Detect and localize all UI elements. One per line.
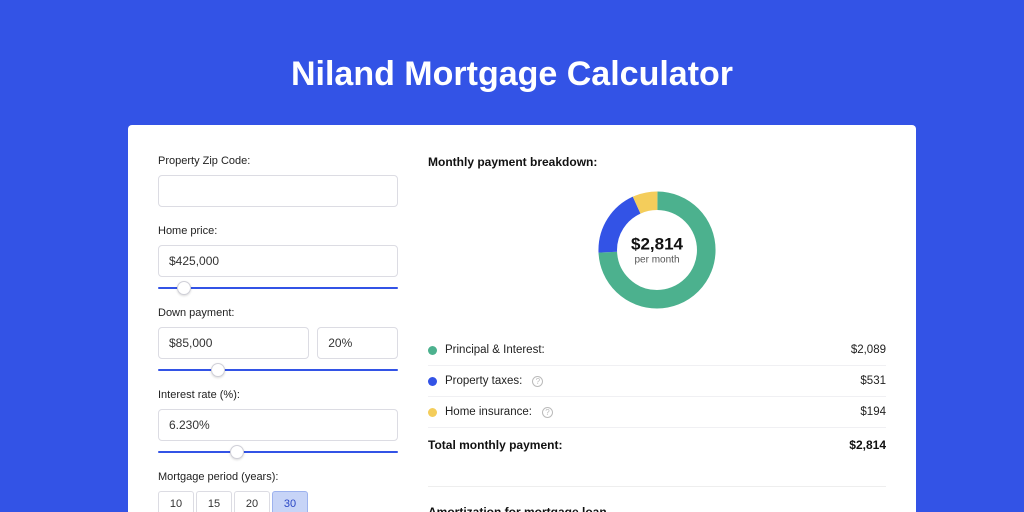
- down-payment-label: Down payment:: [158, 307, 398, 319]
- home-price-label: Home price:: [158, 225, 398, 237]
- home-price-input[interactable]: [158, 245, 398, 277]
- donut-center-value: $2,814: [631, 235, 683, 255]
- total-label: Total monthly payment:: [428, 438, 562, 452]
- down-payment-input[interactable]: [158, 327, 309, 359]
- period-buttons: 10 15 20 30: [158, 491, 398, 512]
- legend-label-insurance: Home insurance:: [445, 406, 532, 418]
- legend-value-taxes: $531: [860, 375, 886, 387]
- legend-row-principal: Principal & Interest: $2,089: [428, 335, 886, 366]
- legend-value-principal: $2,089: [851, 344, 886, 356]
- total-row: Total monthly payment: $2,814: [428, 428, 886, 462]
- period-btn-15[interactable]: 15: [196, 491, 232, 512]
- dot-icon: [428, 408, 437, 417]
- page-title: Niland Mortgage Calculator: [0, 0, 1024, 94]
- legend-label-taxes: Property taxes:: [445, 375, 522, 387]
- results-panel: Monthly payment breakdown: $2,814 per mo…: [428, 155, 886, 512]
- breakdown-title: Monthly payment breakdown:: [428, 155, 886, 169]
- rate-input[interactable]: [158, 409, 398, 441]
- legend-label-principal: Principal & Interest:: [445, 344, 545, 356]
- amortization-title: Amortization for mortgage loan: [428, 505, 886, 512]
- down-payment-slider[interactable]: [158, 363, 398, 379]
- legend-row-insurance: Home insurance: ? $194: [428, 397, 886, 428]
- rate-label: Interest rate (%):: [158, 389, 398, 401]
- breakdown-donut: $2,814 per month: [592, 185, 722, 315]
- legend-row-taxes: Property taxes: ? $531: [428, 366, 886, 397]
- period-btn-10[interactable]: 10: [158, 491, 194, 512]
- info-icon[interactable]: ?: [532, 376, 543, 387]
- amortization-section: Amortization for mortgage loan Amortizat…: [428, 486, 886, 512]
- period-btn-30[interactable]: 30: [272, 491, 308, 512]
- donut-center-sub: per month: [631, 255, 683, 266]
- zip-input[interactable]: [158, 175, 398, 207]
- down-payment-pct-input[interactable]: [317, 327, 398, 359]
- dot-icon: [428, 377, 437, 386]
- dot-icon: [428, 346, 437, 355]
- legend-value-insurance: $194: [860, 406, 886, 418]
- info-icon[interactable]: ?: [542, 407, 553, 418]
- home-price-slider[interactable]: [158, 281, 398, 297]
- zip-label: Property Zip Code:: [158, 155, 398, 167]
- rate-slider[interactable]: [158, 445, 398, 461]
- period-btn-20[interactable]: 20: [234, 491, 270, 512]
- period-label: Mortgage period (years):: [158, 471, 398, 483]
- inputs-panel: Property Zip Code: Home price: Down paym…: [158, 155, 398, 512]
- total-value: $2,814: [849, 438, 886, 452]
- calculator-card: Property Zip Code: Home price: Down paym…: [128, 125, 916, 512]
